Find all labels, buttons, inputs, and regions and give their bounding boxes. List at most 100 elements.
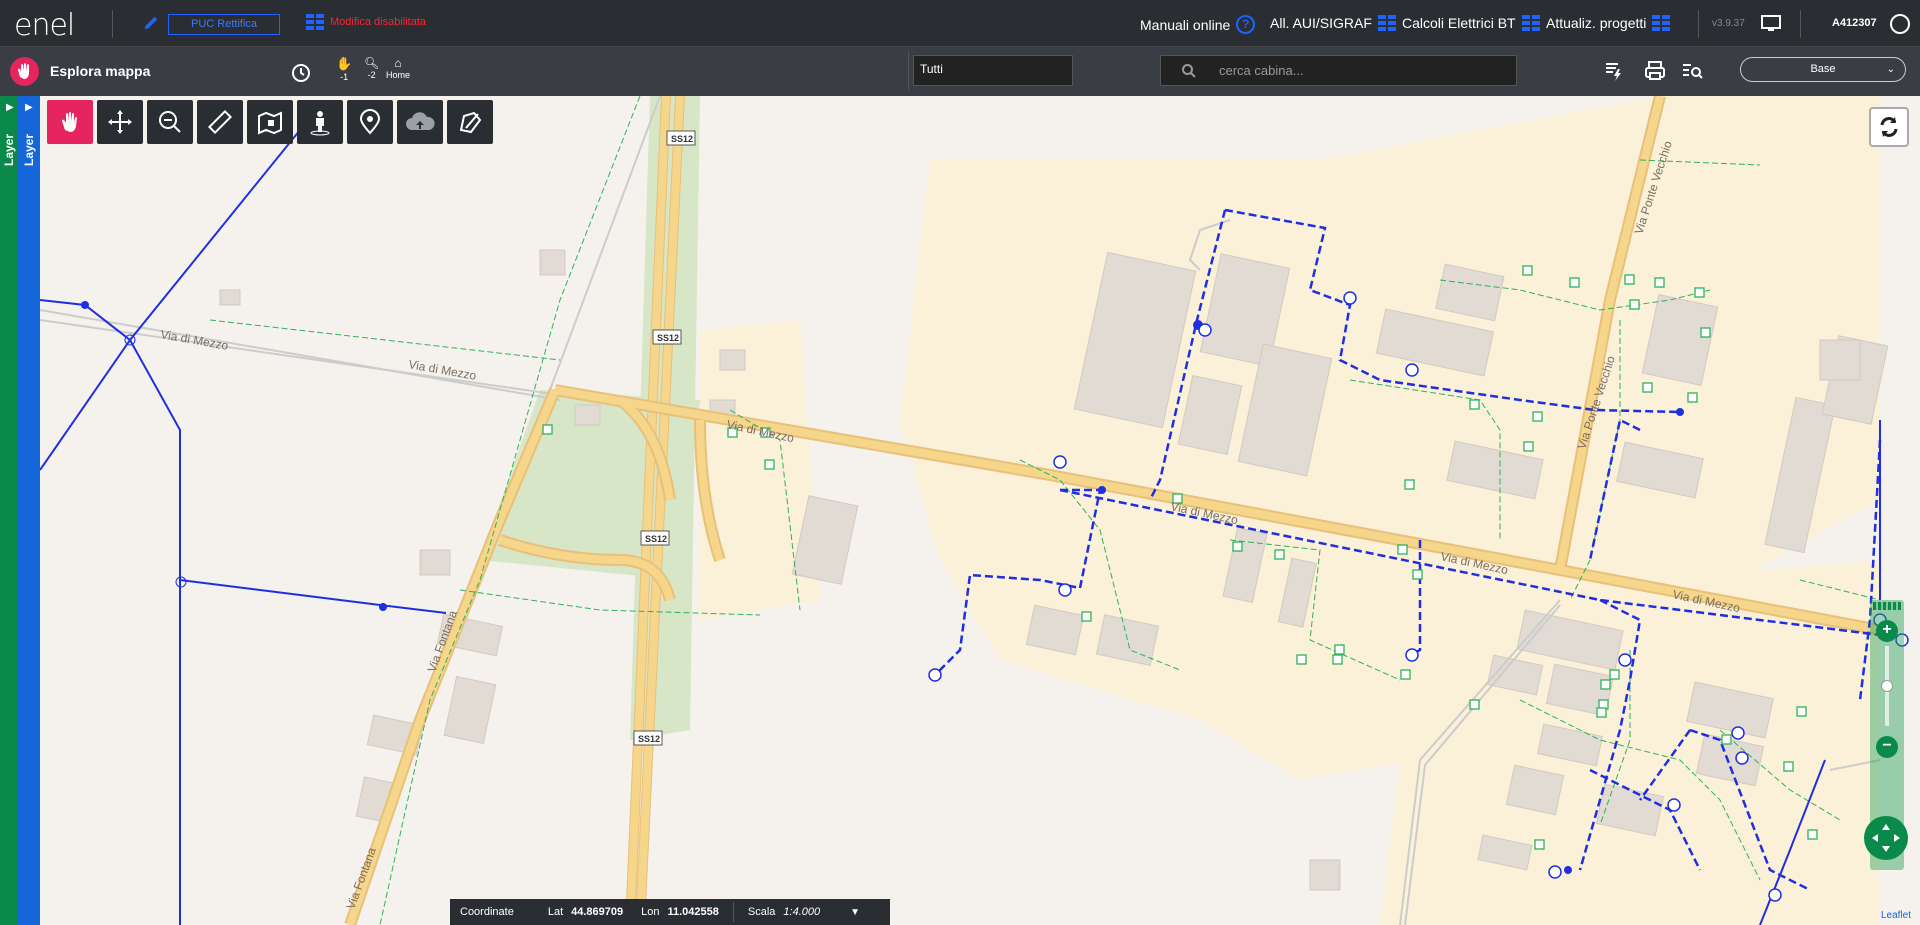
hand-icon — [10, 57, 39, 86]
chevron-down-icon: ⌄ — [1886, 64, 1895, 75]
help-icon: ? — [1236, 15, 1256, 34]
search-input[interactable]: cerca cabina... — [1160, 55, 1517, 86]
modifica-status: Modifica disabilitata — [306, 14, 426, 30]
cloud-upload-icon — [406, 112, 435, 130]
page-title: Esplora mappa — [50, 63, 151, 79]
pan-control[interactable] — [1864, 816, 1908, 860]
home-button[interactable]: ⌂ Home — [386, 56, 410, 80]
search-icon — [1182, 64, 1196, 78]
locate-tool-button[interactable] — [347, 100, 393, 144]
nav-zoom-label: -2 — [367, 70, 376, 80]
refresh-icon — [1880, 117, 1898, 137]
scale-label: Scala — [747, 906, 776, 918]
zoom-out-icon — [159, 111, 181, 133]
map-info-icon — [258, 111, 282, 135]
refresh-button[interactable] — [1869, 107, 1909, 147]
hand-icon — [62, 112, 77, 132]
print-icon[interactable] — [1643, 59, 1667, 83]
layer-panel-blue[interactable]: ▶ Layer — [18, 96, 40, 925]
sub-bar: Esplora mappa ✋ -1 🔍︎ -2 ⌂ Home Tutti ce… — [0, 47, 1920, 96]
pan-arrows-icon — [1872, 824, 1900, 852]
grid-icon — [1377, 15, 1396, 31]
person-icon — [310, 111, 330, 136]
layer-panel-green[interactable]: ▶ Layer — [0, 96, 18, 925]
nav-back-label: -1 — [340, 72, 349, 82]
measure-tool-button[interactable] — [197, 100, 243, 144]
pan-tool-button[interactable] — [47, 100, 93, 144]
zoom-small-icon: 🔍︎ — [364, 56, 380, 70]
map-toolbar — [47, 100, 493, 144]
ss12-shield: SS12 — [652, 329, 682, 345]
grid-icon — [1521, 15, 1540, 31]
lon-label: Lon — [641, 906, 660, 918]
calcoli-link[interactable]: Calcoli Elettrici BT — [1402, 15, 1540, 31]
manuali-link[interactable]: Manuali online ? — [1140, 15, 1256, 34]
history-icon[interactable] — [289, 61, 313, 85]
draw-tool-button[interactable] — [447, 100, 493, 144]
attualiz-link[interactable]: Attualiz. progetti — [1546, 15, 1671, 31]
map-canvas[interactable]: Via di Mezzo Via di Mezzo Via di Mezzo V… — [40, 96, 1920, 925]
move-tool-button[interactable] — [97, 100, 143, 144]
svg-text:SS12: SS12 — [657, 333, 679, 343]
location-pin-icon — [359, 109, 381, 135]
coordinate-bar: Coordinate Lat 44.869709 Lon 11.042558 S… — [450, 899, 890, 925]
svg-text:SS12: SS12 — [671, 134, 693, 144]
lon-value: 11.042558 — [667, 906, 719, 918]
divider — [1800, 10, 1801, 38]
nav-zoom-button[interactable]: 🔍︎ -2 — [364, 56, 379, 80]
all-aui-label: All. AUI/SIGRAF — [1270, 15, 1372, 31]
zoom-thumb[interactable] — [1881, 680, 1893, 692]
base-layer-value: Base — [1810, 63, 1836, 75]
divider — [908, 51, 909, 91]
edit-bolt-icon[interactable] — [1602, 59, 1626, 83]
calcoli-label: Calcoli Elettrici BT — [1402, 15, 1516, 31]
home-label: Home — [386, 70, 411, 80]
divider — [732, 902, 734, 922]
lat-label: Lat — [547, 906, 564, 918]
zoom-tool-button[interactable] — [147, 100, 193, 144]
divider — [1698, 10, 1699, 38]
map-info-tool-button[interactable] — [247, 100, 293, 144]
svg-text:SS12: SS12 — [645, 534, 667, 544]
expand-arrow-icon[interactable]: ▶ — [6, 102, 14, 113]
manuali-label: Manuali online — [1140, 16, 1231, 33]
ruler-icon — [207, 109, 233, 135]
lat-value: 44.869709 — [571, 906, 624, 918]
base-layer-select[interactable]: Base ⌄ — [1740, 57, 1906, 82]
puc-rettifica-button[interactable]: PUC Rettifica — [168, 14, 280, 35]
user-icon[interactable] — [1890, 14, 1910, 34]
user-id: A412307 — [1832, 17, 1877, 29]
all-aui-link[interactable]: All. AUI/SIGRAF — [1270, 15, 1396, 31]
map-svg[interactable]: Via di Mezzo Via di Mezzo Via di Mezzo V… — [40, 96, 1920, 925]
hand-small-icon: ✋ — [336, 56, 353, 71]
scale-value[interactable]: 1:4.000 — [783, 906, 820, 918]
zoom-in-button[interactable]: + — [1876, 620, 1898, 642]
attualiz-label: Attualiz. progetti — [1546, 15, 1647, 31]
upload-tool-button[interactable] — [397, 100, 443, 144]
expand-arrow-icon[interactable]: ▶ — [25, 102, 33, 113]
enel-logo: enel — [14, 8, 75, 43]
ss12-shield: SS12 — [633, 730, 663, 746]
slider-handle[interactable] — [1873, 602, 1901, 610]
filter-input[interactable]: Tutti — [913, 55, 1073, 86]
streetview-tool-button[interactable] — [297, 100, 343, 144]
nav-back-button[interactable]: ✋ -1 — [336, 56, 352, 82]
modifica-label: Modifica disabilitata — [330, 16, 426, 28]
ss12-shield: SS12 — [640, 530, 670, 546]
home-icon: ⌂ — [394, 56, 402, 70]
coord-label: Coordinate — [460, 906, 514, 918]
layer-label: Layer — [22, 133, 36, 166]
leaflet-attribution[interactable]: Leaflet — [1881, 910, 1911, 921]
zoom-out-button[interactable]: − — [1876, 736, 1898, 758]
draw-shape-icon — [459, 111, 482, 134]
layer-label: Layer — [2, 133, 16, 166]
divider — [112, 10, 113, 38]
grid-icon — [1652, 15, 1671, 31]
pencil-icon[interactable] — [142, 14, 160, 32]
monitor-icon[interactable] — [1760, 14, 1782, 34]
ss12-shield: SS12 — [666, 130, 696, 146]
list-search-icon[interactable] — [1680, 59, 1704, 83]
chevron-down-icon[interactable]: ▼ — [850, 907, 860, 918]
grid-icon — [306, 14, 324, 30]
version-label: v3.9.37 — [1712, 18, 1745, 29]
